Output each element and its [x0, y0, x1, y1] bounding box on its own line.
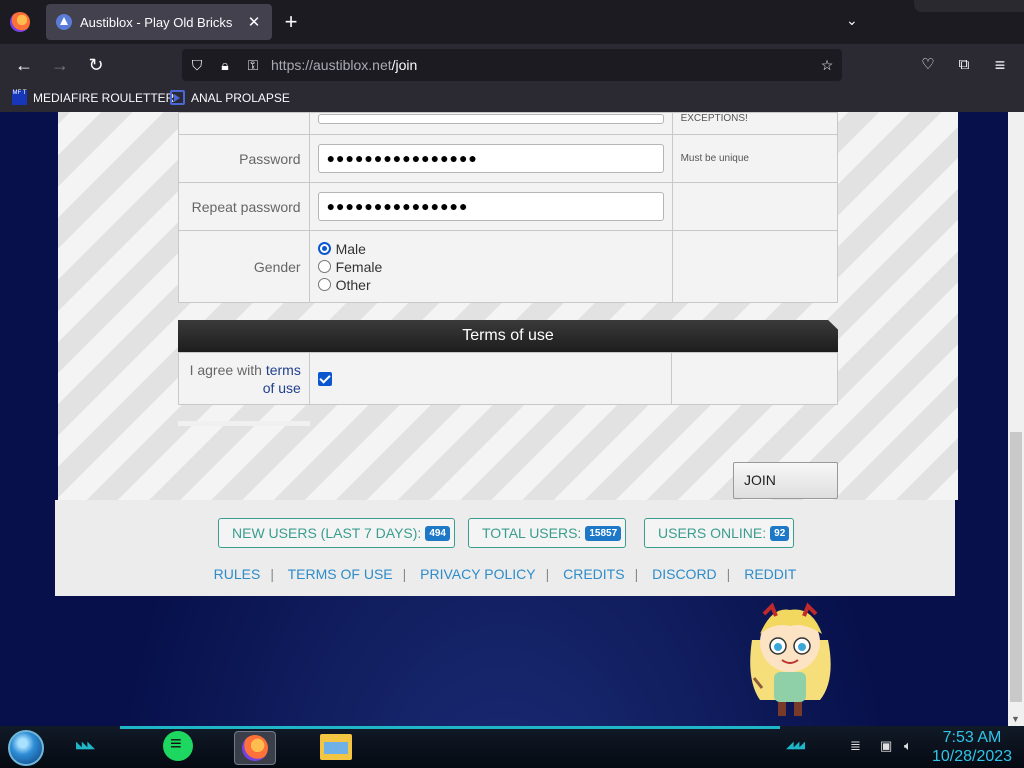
- repeat-password-row: Repeat password ●●●●●●●●●●●●●●●: [178, 182, 839, 231]
- email-row: EXCEPTIONS!: [178, 112, 839, 135]
- join-button[interactable]: JOIN: [733, 462, 838, 499]
- password-row: Password ●●●●●●●●●●●●●●●● Must be unique: [178, 134, 839, 183]
- new-tab-button[interactable]: +: [280, 10, 302, 34]
- repeat-password-label: Repeat password: [178, 182, 310, 231]
- key-icon[interactable]: ⚿: [244, 56, 262, 74]
- url-text[interactable]: https://austiblox.net/join: [271, 57, 417, 73]
- bookmark-star-icon[interactable]: ☆: [818, 56, 836, 74]
- lock-icon[interactable]: 🔒︎: [216, 56, 234, 74]
- footer-link-terms[interactable]: TERMS OF USE: [288, 566, 393, 582]
- divider-strip: [178, 421, 310, 426]
- new-users-stat[interactable]: NEW USERS (LAST 7 DAYS): 494: [218, 518, 455, 548]
- gender-option-male[interactable]: Male: [317, 240, 664, 258]
- spotify-taskbar-icon[interactable]: [163, 731, 193, 761]
- window-frame-decoration: [914, 0, 1024, 12]
- clock-date: 10/28/2023: [931, 748, 1013, 765]
- show-hidden-icons-icon[interactable]: ≣: [850, 738, 861, 754]
- page-scrollbar[interactable]: ▼: [1008, 112, 1024, 726]
- password-label: Password: [178, 134, 310, 183]
- tab-bar: Austiblox - Play Old Bricks ✕ + ⌄: [0, 0, 1024, 44]
- scroll-down-icon[interactable]: ▼: [1011, 714, 1020, 724]
- radio-other[interactable]: [317, 278, 331, 291]
- password-input[interactable]: ●●●●●●●●●●●●●●●●: [317, 144, 664, 173]
- email-label: [178, 112, 310, 135]
- email-input[interactable]: [317, 114, 664, 124]
- bookmark-icon: [170, 90, 185, 105]
- system-clock[interactable]: 7:53 AM 10/28/2023: [926, 728, 1018, 766]
- users-online-stat[interactable]: USERS ONLINE: 92: [644, 518, 795, 548]
- nav-bar: ← → ↻ ⛉ 🔒︎ ⚿ https://austiblox.net/join …: [0, 44, 1024, 86]
- terms-heading: Terms of use: [178, 320, 838, 352]
- join-panel: EXCEPTIONS! Password ●●●●●●●●●●●●●●●● Mu…: [58, 112, 958, 500]
- users-online-badge: 92: [770, 525, 790, 541]
- site-favicon-icon: [56, 14, 72, 30]
- gender-option-other[interactable]: Other: [317, 276, 664, 294]
- firefox-taskbar-icon[interactable]: [234, 731, 276, 765]
- extensions-icon[interactable]: ⧉: [952, 54, 976, 76]
- os-taskbar: ◣◣◣ ◢◢◢ ≣ ▣ 🔈︎ 7:53 AM 10/28/2023: [0, 726, 1024, 768]
- file-explorer-taskbar-icon[interactable]: [320, 734, 352, 760]
- menu-icon[interactable]: ≡: [988, 54, 1012, 76]
- volume-icon[interactable]: 🔈︎: [904, 738, 912, 754]
- scrollbar-thumb[interactable]: [1010, 432, 1022, 702]
- footer-link-rules[interactable]: RULES: [214, 566, 261, 582]
- start-orb-button[interactable]: [8, 730, 44, 766]
- shield-icon[interactable]: ⛉: [188, 56, 206, 74]
- mascot-character-icon: [750, 602, 831, 716]
- bookmark-label: ANAL PROLAPSE: [191, 90, 290, 105]
- bookmarks-toolbar: MF T MEDIAFIRE ROULETTER ANAL PROLAPSE: [0, 86, 1024, 112]
- site-footer: NEW USERS (LAST 7 DAYS): 494 TOTAL USERS…: [55, 500, 955, 596]
- reload-button[interactable]: ↻: [84, 54, 108, 76]
- network-icon[interactable]: ▣: [880, 738, 892, 754]
- footer-link-reddit[interactable]: REDDIT: [744, 566, 796, 582]
- gender-label: Gender: [178, 230, 310, 303]
- agree-checkbox[interactable]: [317, 371, 332, 386]
- taskbar-decoration-right-icon: ◢◢◢: [786, 740, 805, 751]
- new-users-badge: 494: [425, 525, 450, 541]
- repeat-password-input[interactable]: ●●●●●●●●●●●●●●●: [317, 192, 664, 221]
- footer-link-credits[interactable]: CREDITS: [563, 566, 624, 582]
- bookmark-second[interactable]: ANAL PROLAPSE: [170, 90, 290, 105]
- radio-female[interactable]: [317, 260, 331, 273]
- firefox-icon[interactable]: [10, 12, 30, 32]
- bookmark-label: MEDIAFIRE ROULETTER: [33, 90, 175, 105]
- close-tab-icon[interactable]: ✕: [246, 13, 262, 31]
- terms-table: I agree with terms of use: [178, 352, 838, 405]
- page-viewport: EXCEPTIONS! Password ●●●●●●●●●●●●●●●● Mu…: [0, 112, 1008, 726]
- forward-button[interactable]: →: [48, 54, 72, 76]
- taskbar-decoration-icon: ◣◣◣: [76, 740, 95, 751]
- footer-link-discord[interactable]: DISCORD: [652, 566, 717, 582]
- total-users-badge: 15857: [585, 525, 622, 541]
- password-note: Must be unique: [671, 134, 839, 183]
- url-bar[interactable]: ⛉ 🔒︎ ⚿ https://austiblox.net/join ☆: [182, 49, 842, 81]
- clock-time: 7:53 AM: [942, 729, 1002, 746]
- total-users-stat[interactable]: TOTAL USERS: 15857: [468, 518, 627, 548]
- taskbar-glow: [120, 726, 780, 729]
- radio-male[interactable]: [317, 242, 331, 255]
- terms-row: I agree with terms of use: [178, 352, 838, 405]
- gender-option-female[interactable]: Female: [317, 258, 664, 276]
- bookmark-mediafire[interactable]: MF T MEDIAFIRE ROULETTER: [12, 90, 174, 105]
- email-note: EXCEPTIONS!: [671, 112, 839, 135]
- pocket-icon[interactable]: ♡: [916, 54, 940, 76]
- signup-form-table: EXCEPTIONS! Password ●●●●●●●●●●●●●●●● Mu…: [178, 112, 839, 303]
- footer-link-privacy[interactable]: PRIVACY POLICY: [420, 566, 535, 582]
- back-button[interactable]: ←: [12, 54, 36, 76]
- terms-of-use-link[interactable]: terms of use: [263, 362, 301, 396]
- agree-label: I agree with terms of use: [178, 352, 310, 405]
- tab-title: Austiblox - Play Old Bricks: [80, 14, 233, 30]
- mft-icon: MF T: [12, 90, 27, 105]
- active-tab[interactable]: Austiblox - Play Old Bricks ✕: [46, 4, 272, 40]
- gender-row: Gender Male Female Other: [178, 230, 839, 303]
- tab-list-chevron-icon[interactable]: ⌄: [846, 12, 858, 29]
- footer-links: RULES | TERMS OF USE | PRIVACY POLICY | CRE…: [213, 566, 797, 582]
